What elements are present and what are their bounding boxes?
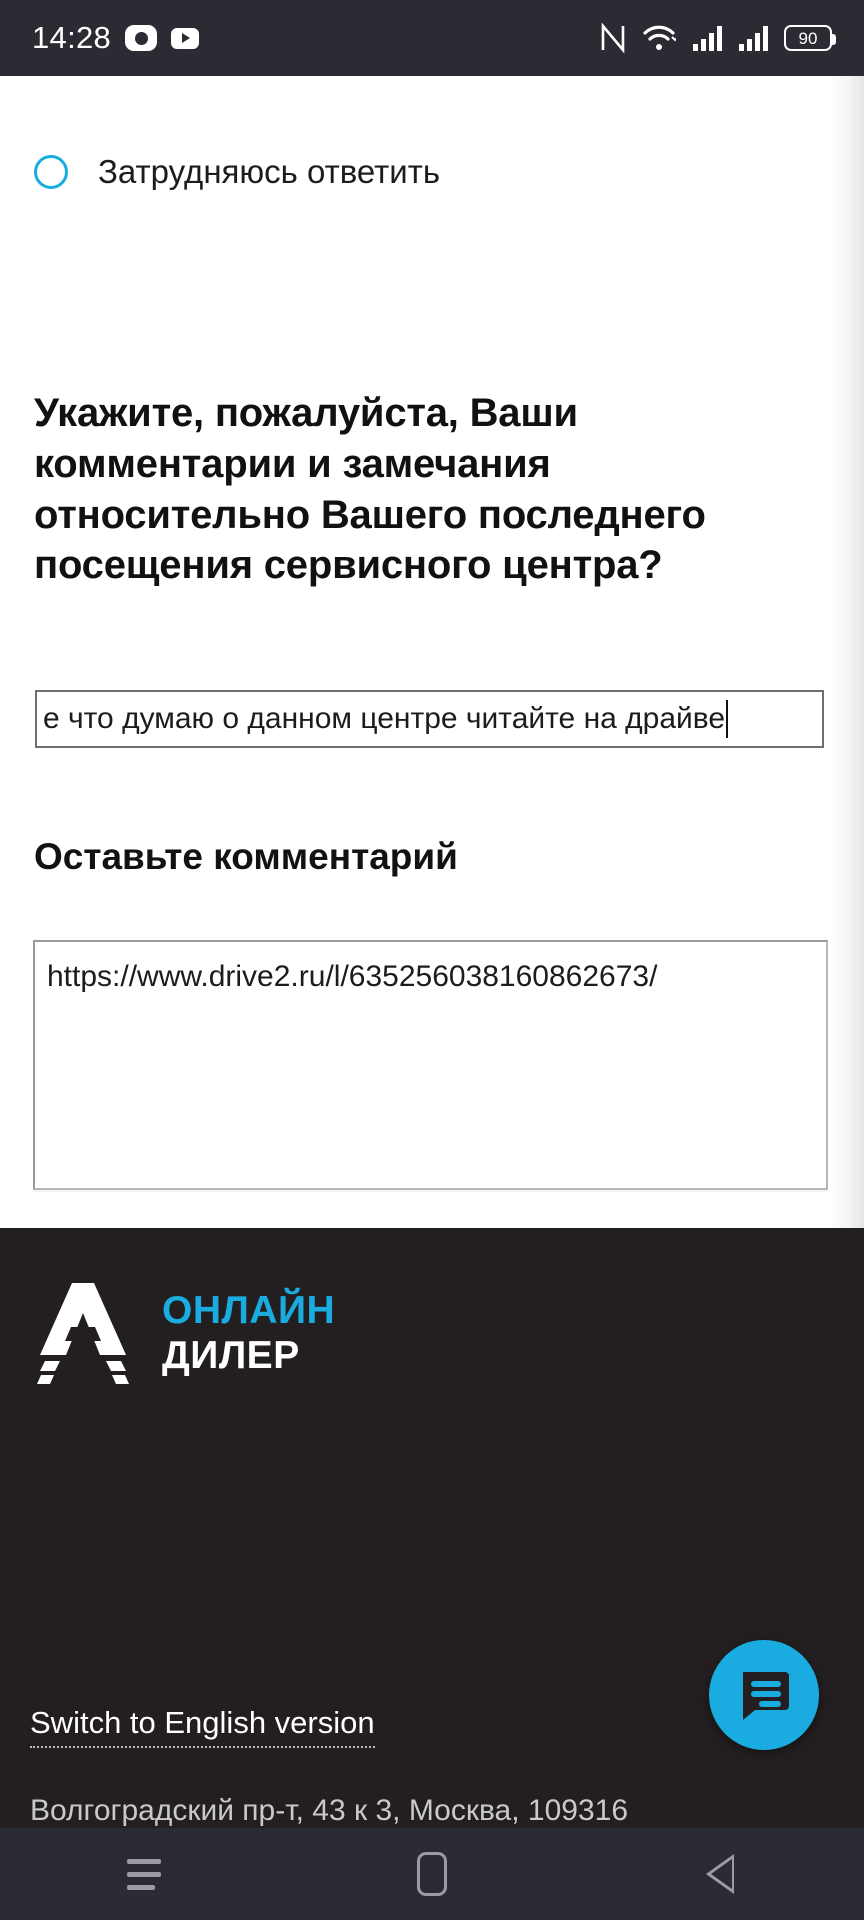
web-page-content: Затрудняюсь ответить Укажите, пожалуйста… (0, 76, 864, 1228)
radio-label-unsure[interactable]: Затрудняюсь ответить (98, 153, 440, 191)
brand-logo-text: ОНЛАЙН ДИЛЕР (162, 1291, 335, 1375)
answer-text-input-value: е что думаю о данном центре читайте на д… (43, 702, 726, 735)
recents-button[interactable] (84, 1828, 204, 1920)
android-nav-bar (0, 1828, 864, 1920)
back-button[interactable] (660, 1828, 780, 1920)
back-icon (706, 1854, 734, 1894)
brand-logo-line2: ДИЛЕР (162, 1334, 300, 1377)
battery-level: 90 (798, 28, 818, 48)
status-bar-right: 90 (600, 23, 836, 53)
status-bar: 14:28 90 (0, 0, 864, 76)
chat-button[interactable] (709, 1640, 819, 1750)
page-edge-shadow (828, 76, 864, 1228)
clipped-previous-content (196, 76, 236, 78)
phone-screen: 14:28 90 Затрудняюсь ответить Укажите, п… (0, 0, 864, 1920)
comment-textarea[interactable]: https://www.drive2.ru/l/6352560381608626… (33, 940, 828, 1190)
status-bar-clock: 14:28 (32, 20, 112, 55)
battery-icon: 90 (784, 25, 836, 51)
signal-icon (693, 26, 722, 51)
logo-a-icon (37, 1283, 129, 1384)
answer-text-input[interactable]: е что думаю о данном центре читайте на д… (35, 690, 824, 748)
signal-icon-2 (739, 26, 768, 51)
nfc-icon (601, 23, 625, 53)
brand-logo-line1: ОНЛАЙН (162, 1289, 336, 1332)
survey-option-row[interactable]: Затрудняюсь ответить (34, 153, 440, 191)
status-bar-left: 14:28 (32, 20, 200, 56)
recents-icon (127, 1858, 161, 1890)
home-icon (417, 1852, 447, 1896)
comment-textarea-value: https://www.drive2.ru/l/6352560381608626… (47, 960, 658, 993)
youtube-icon (171, 27, 200, 49)
chat-bubble-icon (743, 1672, 789, 1720)
home-button[interactable] (372, 1828, 492, 1920)
footer-address: Волгоградский пр-т, 43 к 3, Москва, 1093… (30, 1794, 629, 1827)
oval-app-icon (125, 25, 158, 51)
brand-logo[interactable]: ОНЛАЙН ДИЛЕР (30, 1281, 335, 1385)
text-caret (726, 700, 729, 738)
comment-section-label: Оставьте комментарий (34, 836, 458, 877)
wifi-icon (643, 25, 676, 50)
switch-language-link[interactable]: Switch to English version (30, 1705, 375, 1748)
radio-button-unsure[interactable] (34, 155, 68, 189)
question-heading: Укажите, пожалуйста, Ваши комментарии и … (34, 391, 706, 588)
